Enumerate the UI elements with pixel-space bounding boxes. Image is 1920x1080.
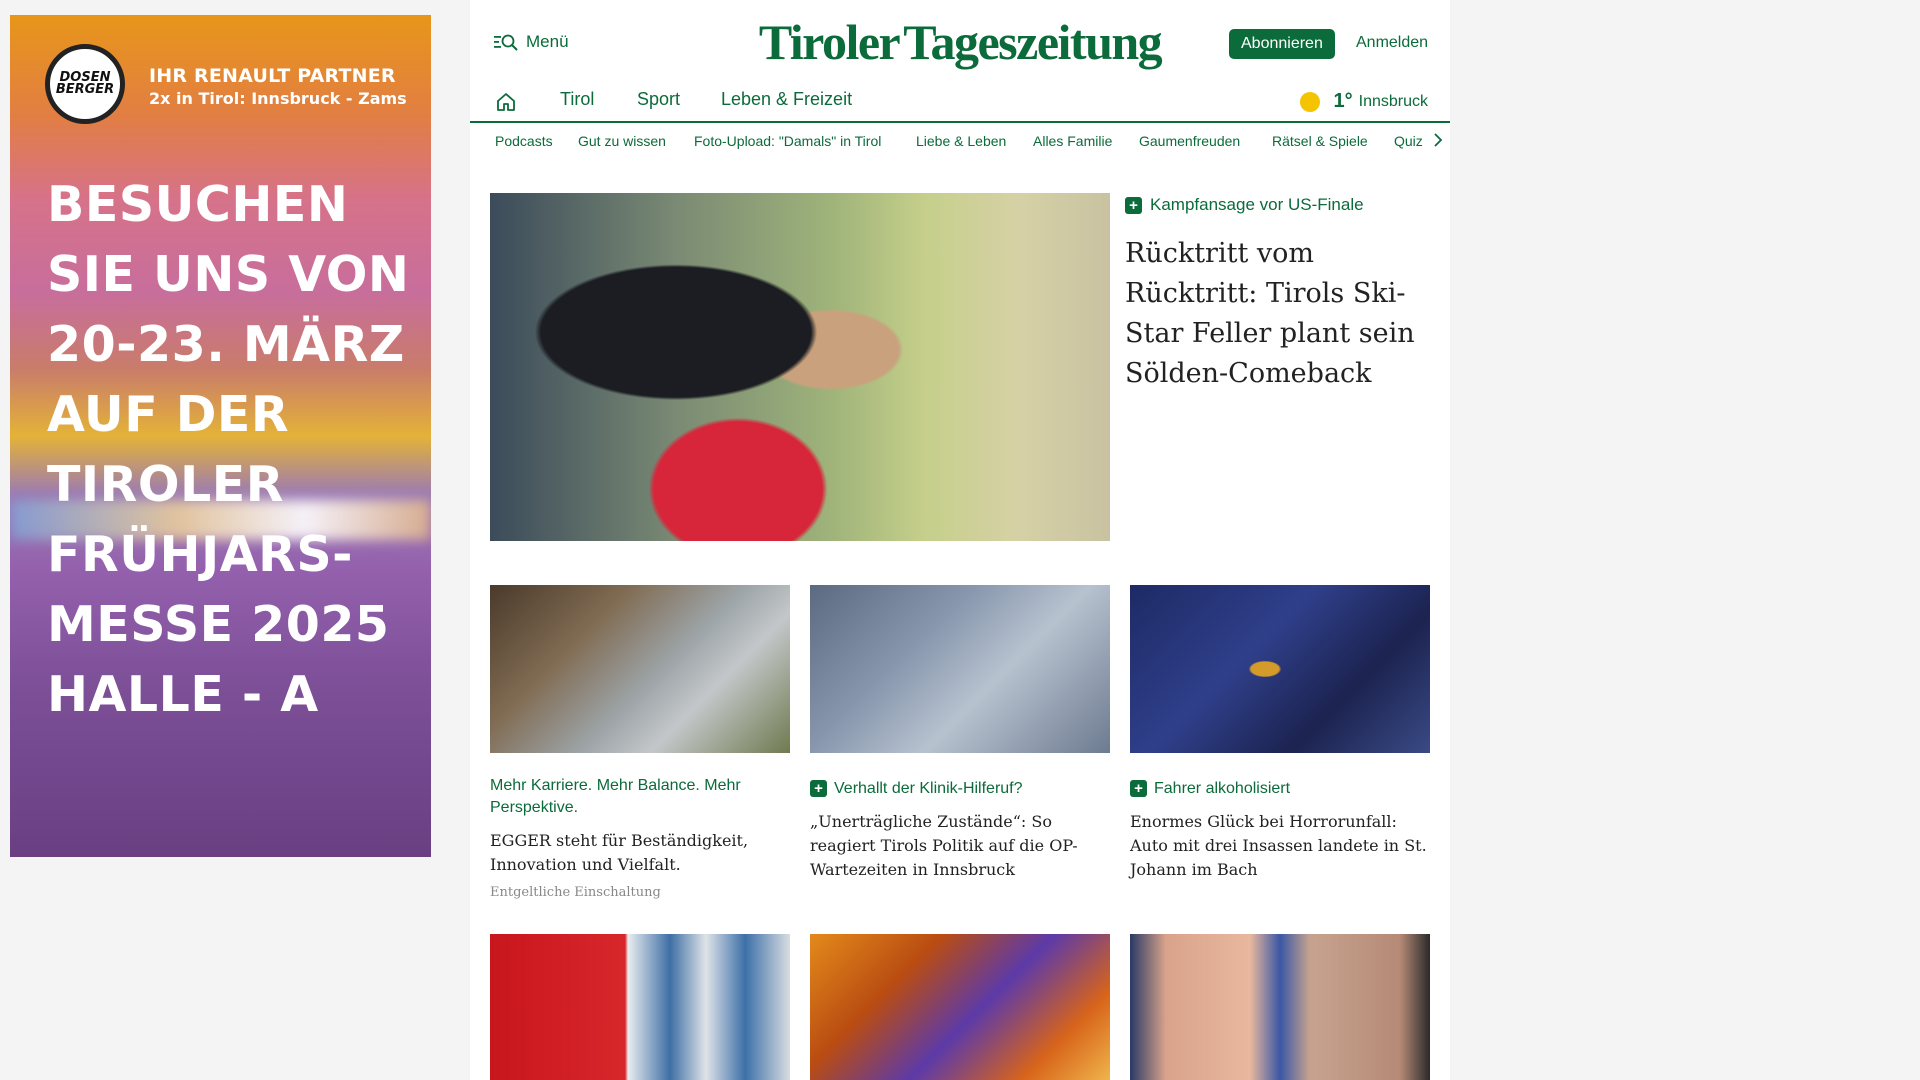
top-bar: Menü Tiroler Tageszeitung Abonnieren Anm… bbox=[470, 0, 1450, 86]
nav-item-tirol[interactable]: Tirol bbox=[560, 89, 594, 110]
plus-badge-icon: + bbox=[1125, 196, 1142, 214]
article-image-prison[interactable] bbox=[490, 934, 790, 1080]
subnav-item-raetsel-spiele[interactable]: Rätsel & Spiele bbox=[1272, 133, 1368, 149]
menu-label: Menü bbox=[526, 32, 569, 51]
nav-item-leben-freizeit[interactable]: Leben & Freizeit bbox=[721, 89, 852, 110]
ad-headline-line: SIE UNS VON bbox=[47, 246, 410, 303]
ad-partner-info: IHR RENAULT PARTNER 2x in Tirol: Innsbru… bbox=[149, 65, 407, 108]
subscribe-button[interactable]: Abonnieren bbox=[1229, 29, 1335, 59]
nav-item-sport[interactable]: Sport bbox=[637, 89, 680, 110]
ad-headline-line: BESUCHEN bbox=[47, 176, 349, 233]
article-kicker-unfall-text: Fahrer alkoholisiert bbox=[1154, 780, 1291, 797]
plus-badge-icon: + bbox=[810, 780, 827, 797]
hero-article-kicker[interactable]: + Kampfansage vor US-Finale bbox=[1125, 195, 1364, 215]
logo-text-left: Tiroler bbox=[758, 14, 901, 70]
login-link[interactable]: Anmelden bbox=[1356, 34, 1428, 52]
subnav-item-liebe-leben[interactable]: Liebe & Leben bbox=[916, 133, 1006, 149]
article-kicker-egger[interactable]: Mehr Karriere. Mehr Balance. Mehr Perspe… bbox=[490, 775, 790, 819]
main-navigation: Tirol Sport Leben & Freizeit 1° Innsbruc… bbox=[470, 86, 1450, 123]
subnav-item-podcasts[interactable]: Podcasts bbox=[495, 133, 553, 149]
article-title-klinik[interactable]: „Unerträgliche Zustände“: So reagiert Ti… bbox=[810, 810, 1110, 882]
sun-icon bbox=[1299, 91, 1320, 112]
subnav-item-gaumenfreuden[interactable]: Gaumenfreuden bbox=[1139, 133, 1240, 149]
article-kicker-klinik[interactable]: + Verhallt der Klinik-Hilferuf? bbox=[810, 778, 1110, 800]
chevron-right-icon[interactable] bbox=[1433, 132, 1443, 148]
main-column: Menü Tiroler Tageszeitung Abonnieren Anm… bbox=[470, 0, 1450, 1080]
ad-headline-line: FRÜHJARS- bbox=[47, 526, 354, 583]
article-image-egger[interactable] bbox=[490, 585, 790, 753]
weather-temperature: 1° bbox=[1333, 90, 1353, 112]
ad-partner-line1: IHR RENAULT PARTNER bbox=[149, 65, 396, 87]
article-title-unfall[interactable]: Enormes Glück bei Horrorunfall: Auto mit… bbox=[1130, 810, 1430, 882]
subnav-item-alles-familie[interactable]: Alles Familie bbox=[1033, 133, 1112, 149]
subnav-item-foto-upload[interactable]: Foto-Upload: "Damals" in Tirol bbox=[694, 133, 881, 149]
ad-headline-line: AUF DER bbox=[47, 386, 290, 443]
article-kicker-unfall[interactable]: + Fahrer alkoholisiert bbox=[1130, 778, 1430, 800]
article-image-trump-putin[interactable] bbox=[1130, 934, 1430, 1080]
weather-widget[interactable]: 1° Innsbruck bbox=[1299, 90, 1428, 113]
article-image-klinik[interactable] bbox=[810, 585, 1110, 753]
home-icon[interactable] bbox=[495, 91, 517, 113]
ad-partner-line2: 2x in Tirol: Innsbruck - Zams bbox=[149, 89, 407, 108]
hero-kicker-text: Kampfansage vor US-Finale bbox=[1150, 195, 1364, 214]
ad-headline-line: HALLE - A bbox=[47, 666, 319, 723]
article-image-party[interactable] bbox=[810, 934, 1110, 1080]
logo-text-right: Tageszeitung bbox=[903, 14, 1162, 70]
ad-headline-line: MESSE 2025 bbox=[47, 596, 390, 653]
ad-logo-text: DOSEN BERGER bbox=[55, 70, 115, 97]
site-logo[interactable]: Tiroler Tageszeitung bbox=[758, 12, 1163, 72]
menu-search-icon bbox=[494, 34, 518, 51]
article-kicker-klinik-text: Verhallt der Klinik-Hilferuf? bbox=[834, 780, 1023, 797]
article-title-egger[interactable]: EGGER steht für Beständigkeit, Innovatio… bbox=[490, 829, 790, 877]
hero-article-title[interactable]: Rücktritt vom Rücktritt: Tirols Ski-Star… bbox=[1125, 234, 1425, 394]
hero-article-image[interactable] bbox=[490, 193, 1110, 541]
menu-button[interactable]: Menü bbox=[494, 32, 569, 52]
sponsored-label: Entgeltliche Einschaltung bbox=[490, 885, 661, 900]
subnav-item-gut-zu-wissen[interactable]: Gut zu wissen bbox=[578, 133, 666, 149]
article-image-unfall[interactable] bbox=[1130, 585, 1430, 753]
plus-badge-icon: + bbox=[1130, 780, 1147, 797]
weather-city: Innsbruck bbox=[1358, 92, 1428, 110]
ad-headline-line: 20-23. MÄRZ bbox=[47, 316, 405, 373]
ad-logo: DOSEN BERGER bbox=[45, 44, 125, 124]
sub-navigation: Podcasts Gut zu wissen Foto-Upload: "Dam… bbox=[470, 124, 1450, 160]
ad-headline-line: TIROLER bbox=[47, 456, 284, 513]
ad-headline: BESUCHEN SIE UNS VON 20-23. MÄRZ AUF DER… bbox=[47, 170, 427, 730]
advertisement-banner[interactable]: DOSEN BERGER IHR RENAULT PARTNER 2x in T… bbox=[10, 15, 431, 857]
subnav-item-quiz[interactable]: Quiz bbox=[1394, 133, 1423, 149]
